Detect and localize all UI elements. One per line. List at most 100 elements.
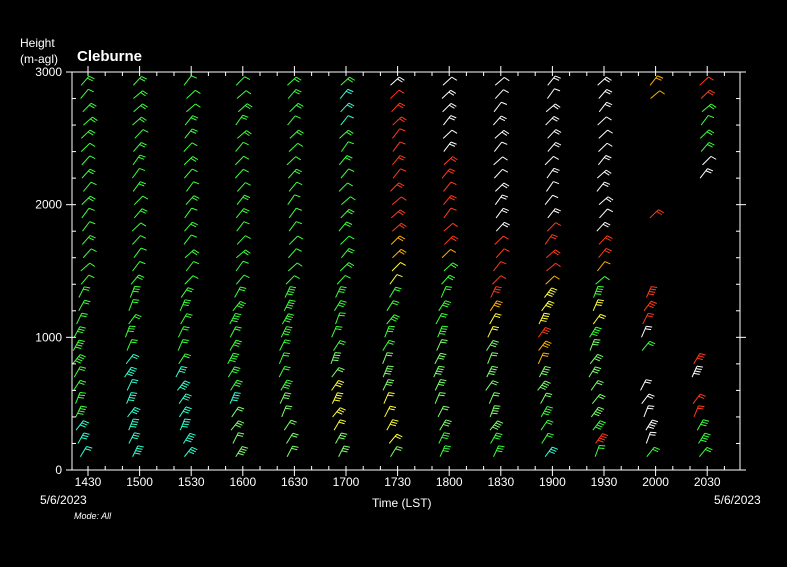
wind-barb [179, 299, 191, 312]
wind-barb [229, 326, 242, 338]
wind-barb [126, 339, 138, 351]
wind-barb [236, 194, 251, 205]
wind-barb [693, 405, 705, 418]
wind-barb [389, 274, 403, 285]
wind-barb [433, 365, 445, 378]
wind-barb [129, 285, 141, 298]
wind-barb [330, 352, 342, 365]
wind-barb [598, 89, 613, 99]
wind-barb [645, 431, 657, 444]
wind-barb [286, 156, 302, 166]
wind-barb [235, 141, 249, 152]
wind-barb [541, 300, 555, 312]
wind-barb [125, 353, 140, 365]
wind-barb [184, 446, 198, 458]
wind-barb [81, 234, 96, 245]
wind-barb [177, 339, 189, 351]
wind-barb [444, 235, 459, 245]
y-tick-label: 0 [55, 463, 62, 477]
wind-barb [494, 76, 510, 86]
wind-barb [390, 446, 403, 457]
wind-barb [495, 221, 510, 232]
wind-barb [386, 419, 399, 431]
wind-barb [341, 196, 356, 206]
wind-barb [75, 405, 87, 418]
wind-barb [340, 208, 355, 219]
wind-barb [390, 182, 405, 192]
wind-barb [650, 90, 665, 99]
wind-barb [235, 260, 249, 272]
wind-barb [234, 168, 249, 179]
x-tick-label: 1630 [281, 475, 308, 489]
wind-barb [598, 247, 612, 259]
wind-barb [184, 207, 198, 219]
wind-barb [390, 76, 405, 86]
wind-barb [642, 312, 655, 325]
wind-barb [545, 103, 561, 113]
x-tick-label: 1800 [436, 475, 463, 489]
wind-barb [133, 90, 148, 99]
wind-barb [492, 275, 507, 285]
wind-barb [227, 366, 241, 378]
wind-barb [392, 116, 407, 126]
wind-barb [287, 115, 301, 126]
start-date-label: 5/6/2023 [40, 493, 87, 507]
wind-barb [540, 419, 554, 431]
wind-barb [538, 312, 551, 325]
wind-barb [443, 181, 457, 192]
wind-barb [492, 261, 507, 272]
wind-barb [494, 182, 510, 192]
wind-barb [183, 142, 198, 152]
wind-barb [392, 248, 407, 259]
wind-barb [438, 300, 452, 312]
wind-barb [180, 313, 193, 325]
wind-barb [540, 392, 553, 404]
wind-barb [547, 88, 561, 99]
wind-barb [335, 312, 346, 325]
wind-barb [288, 221, 302, 232]
wind-barb [595, 433, 609, 444]
wind-barb [278, 352, 291, 365]
wind-barb [231, 406, 245, 418]
wind-barb [589, 353, 604, 365]
wind-barb [599, 208, 614, 219]
wind-barb [340, 102, 355, 113]
wind-barb [598, 142, 613, 152]
wind-barb [494, 235, 509, 245]
wind-barb [589, 338, 601, 351]
wind-barb [590, 380, 604, 391]
wind-barb [236, 249, 251, 259]
wind-barb [596, 261, 611, 272]
wind-barb [283, 419, 297, 431]
wind-barb [128, 432, 141, 444]
wind-barb [288, 168, 302, 179]
y-tick-label: 2000 [35, 198, 62, 212]
wind-barb [283, 299, 296, 312]
wind-barb [493, 141, 508, 152]
wind-barb [75, 392, 86, 404]
wind-barb [597, 116, 612, 126]
mode-label: Mode: All [74, 511, 112, 521]
wind-barb [227, 352, 240, 365]
x-tick-label: 1730 [384, 475, 411, 489]
wind-barb [700, 89, 716, 99]
wind-barb [279, 392, 292, 404]
wind-barb [442, 76, 458, 86]
wind-barb [591, 393, 606, 404]
wind-barb [331, 380, 345, 391]
wind-barb [693, 352, 706, 365]
wind-barb [588, 366, 602, 378]
wind-barb [643, 405, 655, 418]
wind-barb [235, 114, 249, 126]
wind-barb [81, 155, 96, 166]
wind-barb [640, 379, 652, 391]
wind-barb [80, 274, 95, 285]
wind-barb [645, 419, 659, 431]
wind-barb [184, 249, 200, 259]
y-tick-label: 3000 [35, 65, 62, 79]
wind-barb [185, 181, 200, 192]
wind-barb [82, 221, 96, 232]
wind-barb [544, 287, 558, 298]
wind-barb [132, 116, 147, 126]
wind-barb [443, 207, 457, 219]
